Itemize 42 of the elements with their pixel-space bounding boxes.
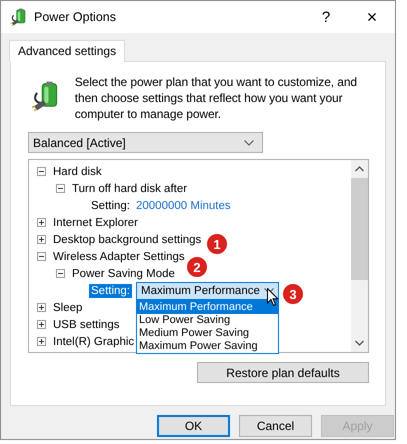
dialog-button[interactable]: OK [157, 415, 230, 437]
tree-item[interactable]: Hard disk [51, 164, 104, 178]
description-text: Select the power plan that you want to customize, and then choose settings that reflect how you want your computer to manage power. [74, 74, 358, 122]
expand-icon[interactable] [37, 303, 46, 312]
tree-item[interactable]: Internet Explorer [51, 216, 140, 230]
chevron-down-icon [244, 140, 254, 146]
tree-item[interactable]: Power Saving Mode [70, 266, 177, 280]
tree-item[interactable]: Sleep [51, 300, 84, 314]
dropdown-option[interactable]: Low Power Saving [137, 314, 278, 326]
dropdown-option[interactable]: Maximum Power Saving [137, 340, 278, 352]
tree-item[interactable]: Turn off hard disk after [70, 182, 190, 196]
tree-item[interactable]: USB settings [51, 318, 122, 332]
scroll-thumb[interactable] [351, 178, 368, 280]
setting-label[interactable]: Setting: [89, 198, 132, 212]
window-title: Power Options [34, 10, 116, 24]
help-button[interactable]: ? [303, 2, 349, 32]
tree-item[interactable]: Desktop background settings [51, 232, 204, 246]
setting-dropdown[interactable]: Maximum Performance [136, 282, 279, 300]
close-button[interactable]: × [349, 2, 395, 32]
chevron-down-icon[interactable] [355, 340, 364, 346]
expand-icon[interactable] [37, 320, 46, 329]
expand-icon[interactable] [37, 337, 46, 346]
collapse-icon[interactable] [56, 269, 65, 278]
dropdown-option[interactable]: Maximum Performance [137, 300, 278, 314]
collapse-icon[interactable] [37, 252, 46, 261]
dialog-button[interactable]: Cancel [239, 415, 312, 437]
chevron-up-icon[interactable] [355, 166, 364, 172]
setting-label[interactable]: Setting: [89, 284, 132, 298]
restore-defaults-button[interactable]: Restore plan defaults [197, 362, 369, 383]
chevron-down-icon [264, 288, 274, 294]
plan-dropdown[interactable]: Balanced [Active] [28, 132, 263, 153]
expand-icon[interactable] [37, 235, 46, 244]
dropdown-option[interactable]: Medium Power Saving [137, 326, 278, 340]
collapse-icon[interactable] [37, 167, 46, 176]
setting-value[interactable]: 20000000 Minutes [136, 200, 231, 212]
tree-item[interactable]: Intel(R) Graphic [51, 334, 136, 348]
expand-icon[interactable] [37, 218, 46, 227]
tab[interactable]: Advanced settings [9, 40, 126, 62]
battery-icon [10, 8, 28, 26]
tree-item[interactable]: Wireless Adapter Settings [51, 250, 187, 264]
collapse-icon[interactable] [56, 184, 65, 193]
scrollbar[interactable] [351, 160, 368, 352]
